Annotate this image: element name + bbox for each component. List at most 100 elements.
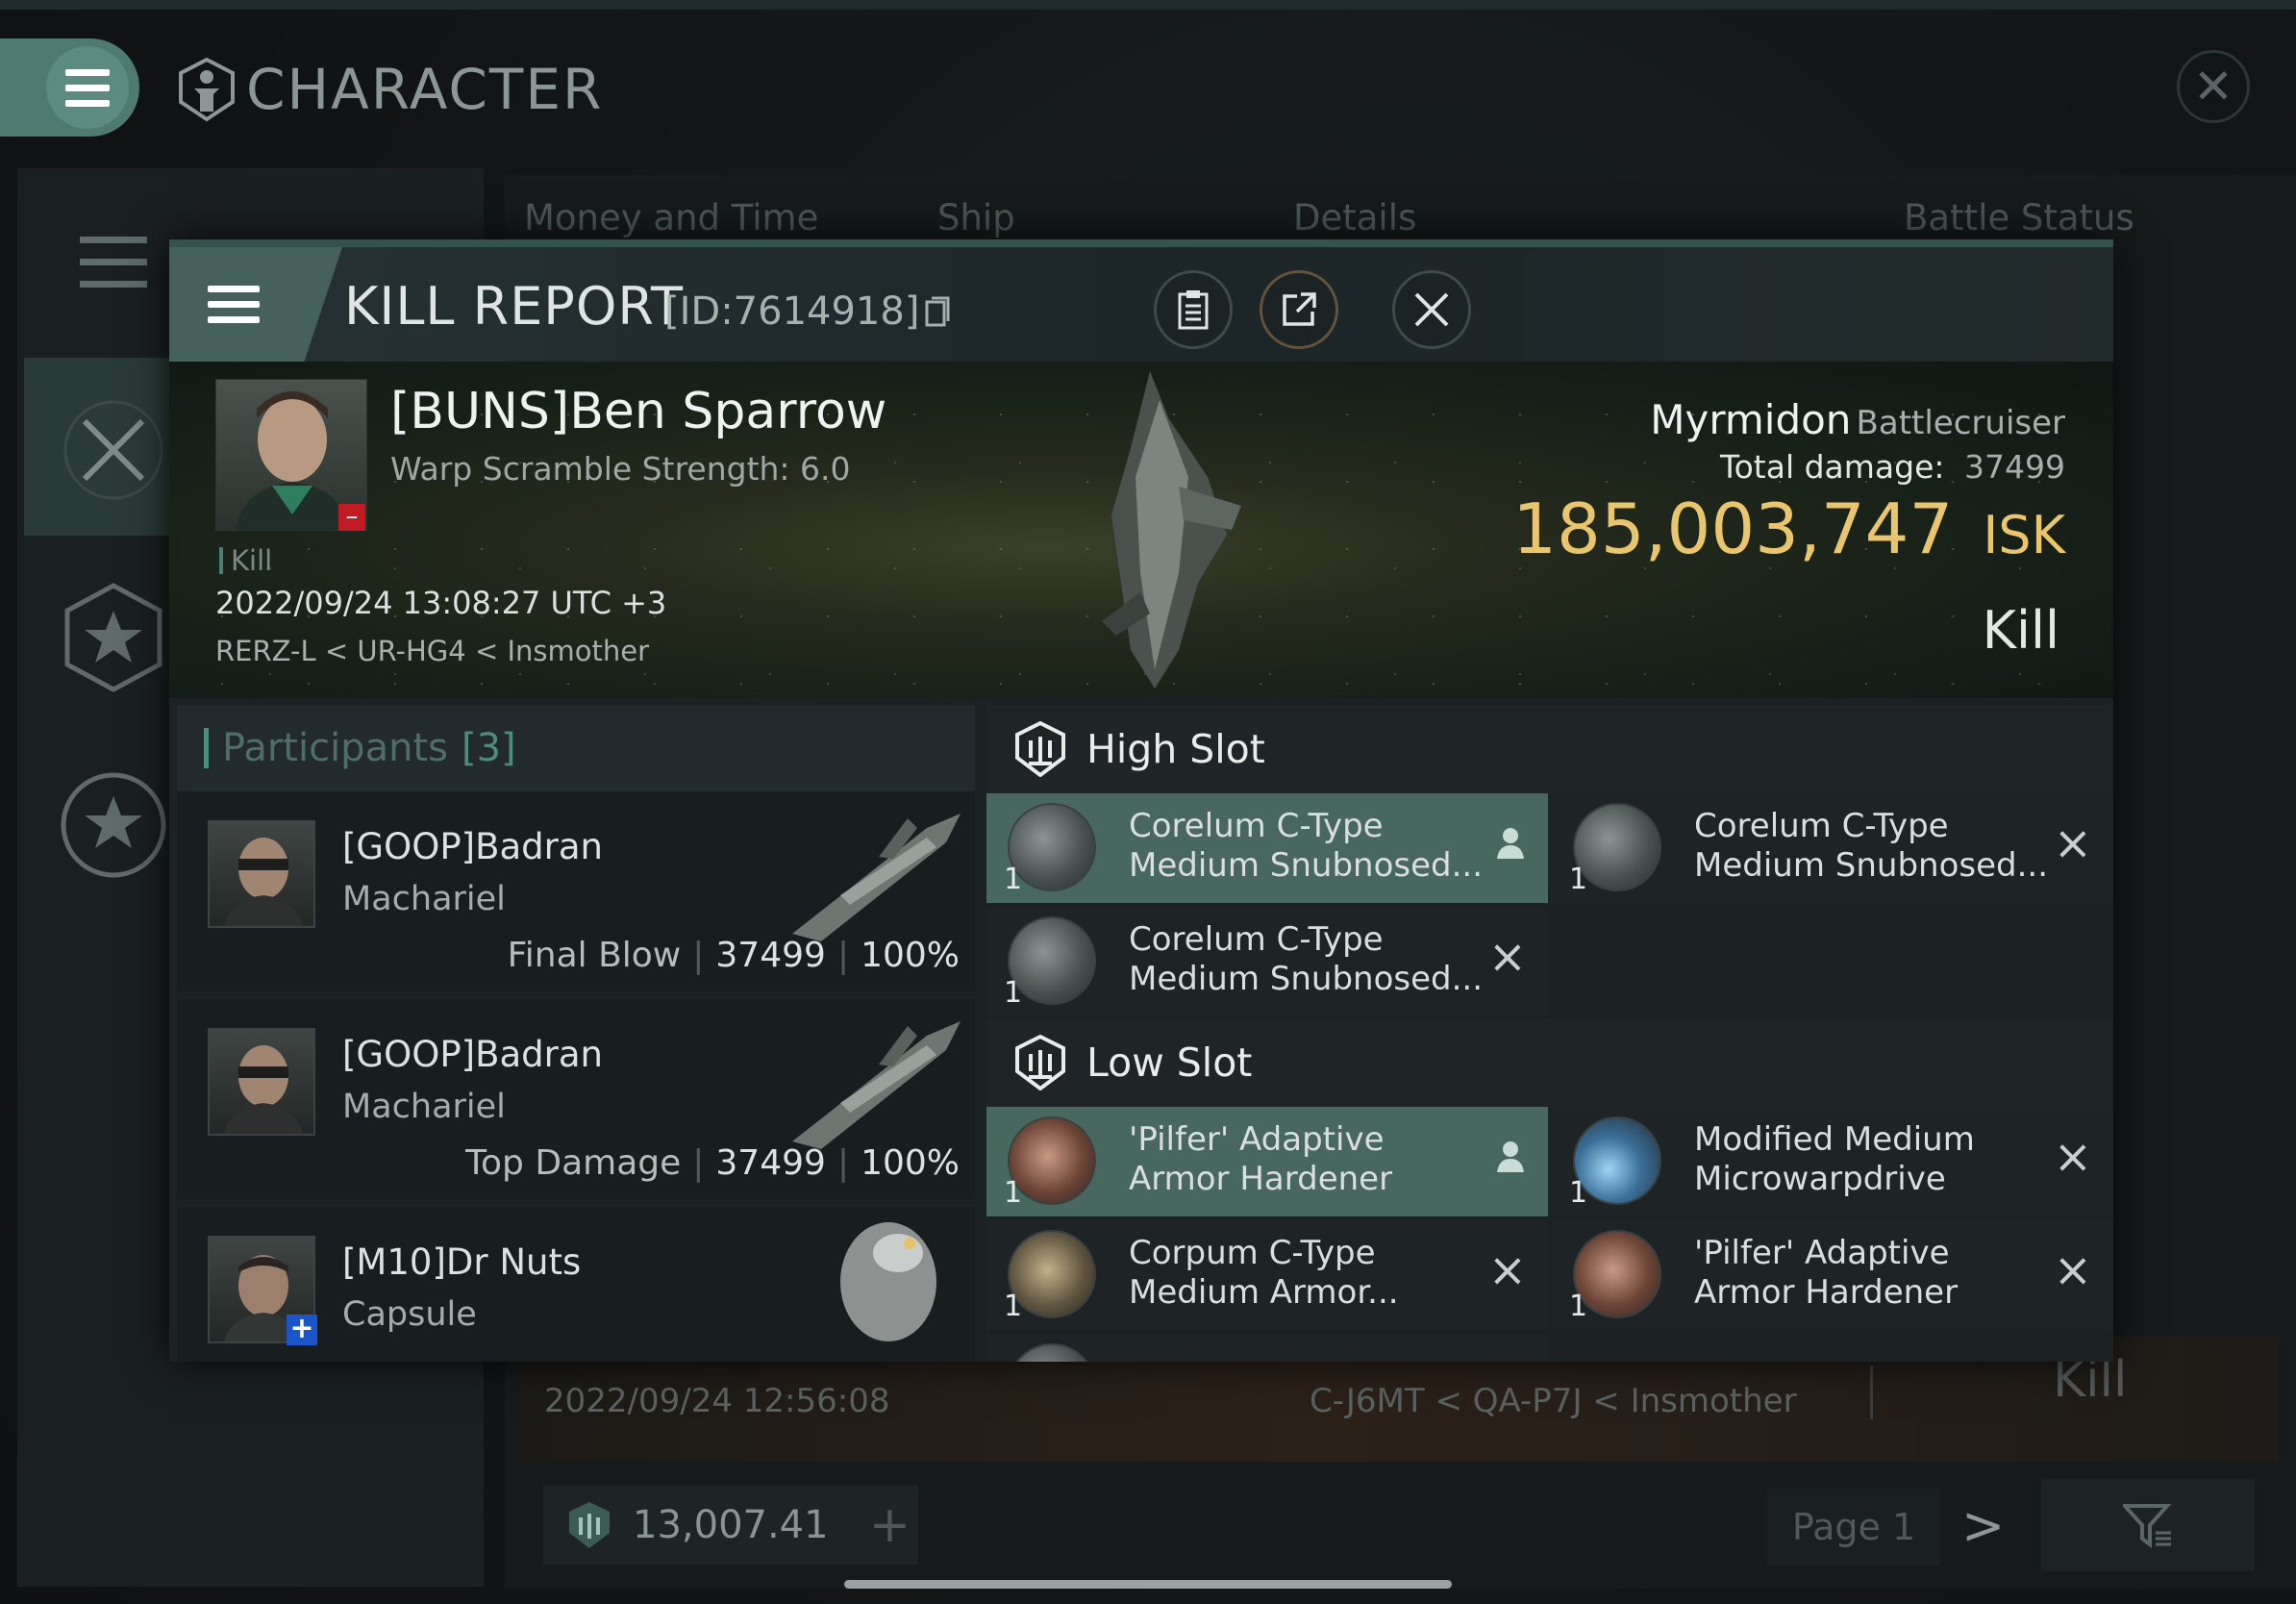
close-icon: × [1487,930,1527,984]
low-slot-icon [1015,1035,1065,1090]
user-icon [1494,1140,1527,1184]
ship-image [1102,371,1241,689]
module-item[interactable]: 1 'Pilfer' Adaptive Armor Hardener [986,1107,1548,1216]
kill-datetime: 2022/09/24 13:08:27 UTC +3 [215,585,667,621]
filter-button[interactable] [2041,1479,2255,1571]
avatar[interactable] [208,820,315,928]
machariel-ship-icon [792,814,961,941]
hamburger-icon [65,68,110,76]
result-label: Kill [1982,600,2059,661]
participant-row[interactable]: [GOOP]Badran Machariel Final Blow | 37499 |… [177,791,975,991]
participant-role: Top Damage [465,1143,682,1183]
ship-class: Battlecruiser [1856,404,2065,442]
star-shield-icon[interactable] [43,567,183,707]
history-row-date: 2022/09/24 12:56:08 [544,1382,890,1420]
main-menu-button[interactable] [46,46,129,129]
participant-role: Final Blow [507,936,682,975]
participant-ship: Capsule [342,1295,477,1334]
participant-name: [GOOP]Badran [342,826,603,867]
participant-stats: Final Blow | 37499 | 100% [507,936,960,975]
high-slot-icon [1015,721,1065,777]
window-title-text: CHARACTER [246,57,604,122]
module-name: Corelum C-Type Medium Snubnosed... [1694,807,2049,885]
module-name: Corelum C-Type Medium Snubnosed... [1129,807,1484,885]
total-damage: Total damage: 37499 [1720,448,2065,486]
close-icon: × [2053,816,2092,870]
tab-details[interactable]: Details [1293,197,1416,238]
high-slot-title: High Slot [1086,726,1265,772]
crossed-swords-icon[interactable] [43,380,183,519]
module-item-partial[interactable] [986,1334,1548,1362]
close-icon: × [1487,1243,1527,1297]
wallet-balance: 13,007.41 [633,1503,829,1547]
kill-tag-text: Kill [231,544,273,577]
capsule-ship-icon [840,1222,936,1341]
tab-ship[interactable]: Ship [937,197,1015,238]
participant-damage: 37499 [715,936,826,975]
list-icon[interactable] [43,192,183,332]
kill-tag: Kill [219,544,272,577]
module-icon [1008,1343,1096,1362]
participant-percent: 100% [861,936,960,975]
isk-value: 185,003,747 ISK [1512,489,2065,569]
module-item[interactable]: 1 Corelum C-Type Medium Snubnosed... × [1552,793,2113,903]
main-menu-pill [0,38,139,137]
module-name: 'Pilfer' Adaptive Armor Hardener [1694,1234,1959,1312]
participant-row[interactable]: + [M10]Dr Nuts Capsule [177,1207,975,1362]
avatar[interactable] [208,1028,315,1136]
total-damage-label: Total damage: [1720,448,1945,486]
isk-amount: 185,003,747 [1512,489,1954,569]
module-qty: 1 [1004,976,1023,1010]
page-indicator: Page 1 [1767,1489,1940,1566]
add-funds-button[interactable]: + [869,1496,911,1554]
character-window: CHARACTER ✕ Money and Time Ship Details … [0,0,2296,1604]
copy-icon[interactable] [925,296,950,327]
dialog-menu-button[interactable] [169,247,342,362]
window-close-button[interactable]: ✕ [2177,50,2250,123]
participant-percent: 100% [861,1143,960,1183]
total-damage-value: 37499 [1964,448,2065,486]
participant-stats: Top Damage | 37499 | 100% [465,1143,960,1183]
module-item[interactable]: 1 Corpum C-Type Medium Armor... × [986,1220,1548,1330]
report-id-text: [ID:7614918] [664,289,920,334]
kill-report-dialog: KILL REPORT [ID:7614918] – [BUNS]Ben Spa… [169,239,2113,1362]
hamburger-icon [208,286,260,292]
filter-icon [2123,1504,2172,1548]
module-item[interactable]: 1 Corelum C-Type Medium Snubnosed... × [986,907,1548,1016]
module-item[interactable]: 1 'Pilfer' Adaptive Armor Hardener × [1552,1220,2113,1330]
high-slot-header: High Slot [986,705,2111,793]
report-id[interactable]: [ID:7614918] [664,289,950,334]
module-qty: 1 [1004,1290,1023,1323]
ship-name[interactable]: Myrmidon Battlecruiser [1650,396,2065,443]
module-qty: 1 [1569,1290,1588,1323]
dialog-title: KILL REPORT [344,276,684,337]
dialog-header: KILL REPORT [ID:7614918] [169,239,2113,362]
module-item[interactable]: 1 Corelum C-Type Medium Snubnosed... [986,793,1548,903]
close-dialog-button[interactable] [1392,270,1471,349]
participants-title: Participants [222,726,448,770]
module-name: Modified Medium Microwarpdrive [1694,1120,1975,1198]
wallet-bar: 13,007.41 + [543,1486,918,1565]
victim-name[interactable]: [BUNS]Ben Sparrow [390,383,886,440]
close-icon: × [2053,1243,2092,1297]
next-page-button[interactable]: > [1961,1495,2005,1556]
hostile-badge: – [338,504,365,531]
tab-battle-status[interactable]: Battle Status [1904,197,2134,238]
module-name: Corelum C-Type Medium Snubnosed... [1129,920,1484,998]
share-button[interactable] [1260,270,1338,349]
close-icon: × [2053,1130,2092,1184]
kill-location[interactable]: RERZ-L < UR-HG4 < Insmother [215,635,649,667]
victim-banner: – [BUNS]Ben Sparrow Warp Scramble Streng… [169,362,2113,698]
clipboard-button[interactable] [1154,270,1233,349]
external-link-icon [1283,292,1316,326]
isk-unit: ISK [1983,505,2065,565]
tab-money-time[interactable]: Money and Time [524,197,818,238]
participant-row[interactable]: [GOOP]Badran Machariel Top Damage | 37499 |… [177,999,975,1199]
star-badge-icon[interactable] [43,755,183,894]
horizontal-scrollbar[interactable] [844,1580,1452,1589]
friendly-badge: + [287,1315,317,1345]
window-title: CHARACTER [175,56,603,123]
close-icon [1414,292,1449,327]
module-item[interactable]: 1 Modified Medium Microwarpdrive × [1552,1107,2113,1216]
module-name: Corpum C-Type Medium Armor... [1129,1234,1399,1312]
